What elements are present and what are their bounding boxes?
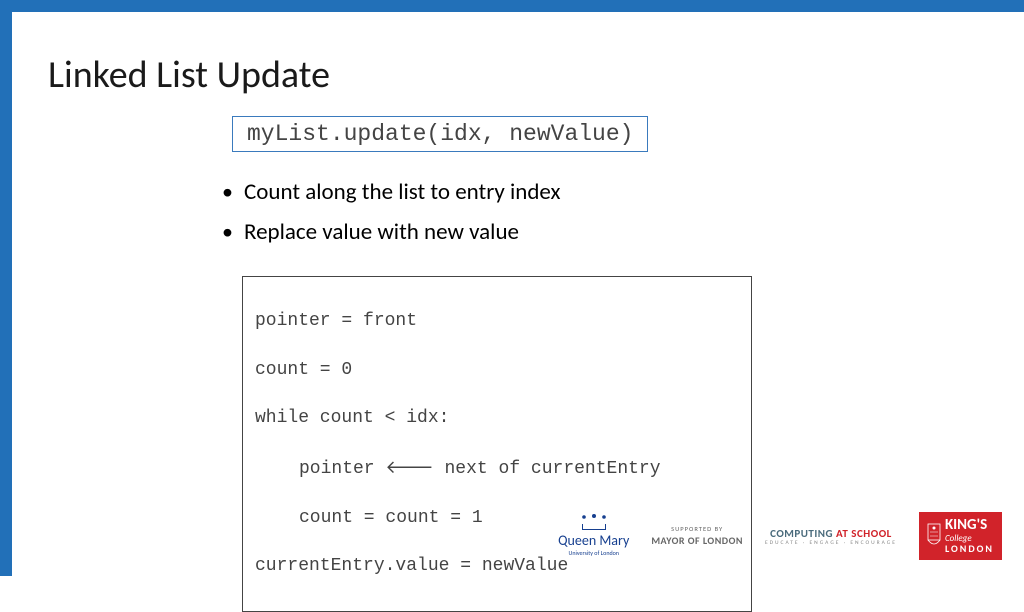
- code-line: while count < idx:: [255, 406, 739, 430]
- crown-icon: [578, 516, 610, 530]
- pseudocode-box: pointer = front count = 0 while count < …: [242, 276, 752, 612]
- bullet-item: Replace value with new value: [222, 218, 994, 246]
- kings-college-logo: KING'S College LONDON: [919, 512, 1002, 560]
- slide-title: Linked List Update: [48, 52, 994, 98]
- cas-tagline: EDUCATE · ENGAGE · ENCOURAGE: [765, 540, 897, 546]
- slide-border-top: [0, 0, 1024, 12]
- footer-logos: Queen Mary University of London SUPPORTE…: [558, 512, 1002, 560]
- crest-icon: [927, 522, 941, 550]
- arrow-left-icon: 🡐: [385, 457, 433, 477]
- code-line: count = 0: [255, 358, 739, 382]
- computing-at-school-logo: COMPUTING AT SCHOOL EDUCATE · ENGAGE · E…: [765, 527, 897, 546]
- bullet-item: Count along the list to entry index: [222, 178, 994, 206]
- mayor-of-london-logo: SUPPORTED BY MAYOR OF LONDON: [651, 525, 743, 547]
- code-line: pointer = front: [255, 309, 739, 333]
- queen-mary-logo: Queen Mary University of London: [558, 516, 629, 557]
- slide-border-left: [0, 0, 12, 576]
- mayor-main: MAYOR OF LONDON: [651, 534, 743, 547]
- code-line: pointer 🡐 next of currentEntry: [255, 455, 739, 481]
- kcl-text: KING'S College LONDON: [945, 518, 994, 554]
- mayor-supported-by: SUPPORTED BY: [671, 525, 723, 533]
- slide-content: Linked List Update myList.update(idx, ne…: [12, 12, 1024, 576]
- qm-name: Queen Mary: [558, 532, 629, 549]
- method-signature-box: myList.update(idx, newValue): [232, 116, 648, 152]
- cas-main: COMPUTING AT SCHOOL: [770, 527, 892, 540]
- qm-subtitle: University of London: [568, 549, 618, 557]
- bullet-list: Count along the list to entry index Repl…: [222, 178, 994, 246]
